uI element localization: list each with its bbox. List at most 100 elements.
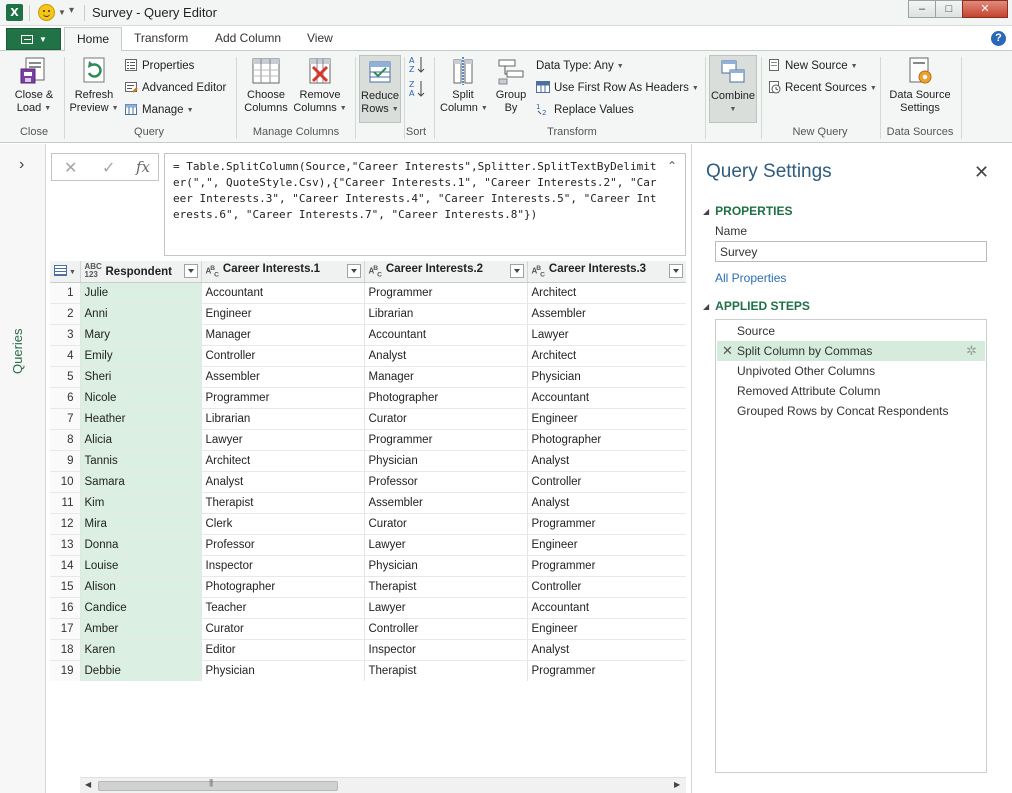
column-header-career-interests-2[interactable]: ABC Career Interests.2 [364, 261, 528, 283]
cell-career-interest-1[interactable]: Therapist [201, 492, 365, 514]
cell-respondent[interactable]: Anni [80, 303, 202, 325]
file-menu-button[interactable]: ▼ [6, 28, 61, 50]
step-settings-gear-icon[interactable]: ✲ [966, 341, 977, 361]
scrollbar-thumb[interactable] [98, 778, 338, 791]
new-source-button[interactable]: New Source ▼ [767, 57, 858, 75]
row-number[interactable]: 5 [50, 366, 81, 388]
query-name-input[interactable] [715, 241, 987, 262]
cell-career-interest-3[interactable]: Physician [527, 366, 686, 388]
cell-career-interest-1[interactable]: Lawyer [201, 429, 365, 451]
formula-input[interactable]: = Table.SplitColumn(Source,"Career Inter… [164, 153, 686, 256]
table-row[interactable]: 15 Alison Photographer Therapist Controller [50, 576, 686, 598]
cell-respondent[interactable]: Sheri [80, 366, 202, 388]
table-row[interactable]: 8 Alicia Lawyer Programmer Photographer [50, 429, 686, 451]
table-row[interactable]: 13 Donna Professor Lawyer Engineer [50, 534, 686, 556]
row-number[interactable]: 16 [50, 597, 81, 619]
cell-respondent[interactable]: Amber [80, 618, 202, 640]
cell-career-interest-2[interactable]: Controller [364, 618, 528, 640]
cell-career-interest-3[interactable]: Engineer [527, 408, 686, 430]
table-row[interactable]: 7 Heather Librarian Curator Engineer [50, 408, 686, 430]
row-number[interactable]: 3 [50, 324, 81, 346]
feedback-smiley-icon[interactable] [38, 4, 55, 21]
cell-career-interest-2[interactable]: Lawyer [364, 597, 528, 619]
cell-respondent[interactable]: Donna [80, 534, 202, 556]
step-split-column-by-commas[interactable]: ✕ Split Column by Commas ✲ [717, 341, 985, 361]
data-type-dropdown[interactable]: Data Type: Any ▼ [536, 57, 624, 75]
column-header-career-interests-1[interactable]: ABC Career Interests.1 [201, 261, 365, 283]
step-removed-attribute-column[interactable]: Removed Attribute Column [717, 381, 985, 401]
confirm-formula-icon[interactable]: ✓ [102, 158, 115, 178]
cell-career-interest-3[interactable]: Controller [527, 576, 686, 598]
cell-career-interest-1[interactable]: Clerk [201, 513, 365, 535]
cell-respondent[interactable]: Mira [80, 513, 202, 535]
cell-career-interest-1[interactable]: Controller [201, 345, 365, 367]
close-and-load-button[interactable]: Close & Load ▼ [10, 55, 58, 115]
cell-career-interest-1[interactable]: Accountant [201, 282, 365, 304]
cell-career-interest-2[interactable]: Photographer [364, 387, 528, 409]
cell-career-interest-3[interactable]: Photographer [527, 429, 686, 451]
cell-career-interest-1[interactable]: Manager [201, 324, 365, 346]
cell-career-interest-2[interactable]: Manager [364, 366, 528, 388]
cell-career-interest-3[interactable]: Programmer [527, 513, 686, 535]
manage-button[interactable]: Manage ▼ [124, 101, 194, 119]
cell-career-interest-2[interactable]: Therapist [364, 576, 528, 598]
row-number[interactable]: 18 [50, 639, 81, 661]
table-row[interactable]: 17 Amber Curator Controller Engineer [50, 618, 686, 640]
cell-career-interest-2[interactable]: Inspector [364, 639, 528, 661]
cell-career-interest-2[interactable]: Therapist [364, 660, 528, 681]
column-filter-dropdown[interactable] [346, 264, 361, 278]
feedback-dropdown-icon[interactable]: ▼ [58, 8, 66, 17]
maximize-button[interactable]: □ [935, 0, 963, 18]
sort-ascending-button[interactable]: AZ [409, 55, 429, 77]
table-row[interactable]: 11 Kim Therapist Assembler Analyst [50, 492, 686, 514]
all-properties-link[interactable]: All Properties [715, 271, 786, 285]
row-number[interactable]: 2 [50, 303, 81, 325]
close-window-button[interactable]: ✕ [962, 0, 1008, 18]
cell-career-interest-3[interactable]: Programmer [527, 555, 686, 577]
table-row[interactable]: 1 Julie Accountant Programmer Architect [50, 282, 686, 304]
table-row[interactable]: 14 Louise Inspector Physician Programmer [50, 555, 686, 577]
table-row[interactable]: 18 Karen Editor Inspector Analyst [50, 639, 686, 661]
cell-career-interest-2[interactable]: Lawyer [364, 534, 528, 556]
excel-logo-icon[interactable]: X [6, 4, 23, 21]
table-row[interactable]: 12 Mira Clerk Curator Programmer [50, 513, 686, 535]
minimize-button[interactable]: – [908, 0, 936, 18]
cell-respondent[interactable]: Alicia [80, 429, 202, 451]
cell-respondent[interactable]: Candice [80, 597, 202, 619]
scroll-right-arrow-icon[interactable]: ▶ [674, 780, 680, 789]
cell-career-interest-1[interactable]: Engineer [201, 303, 365, 325]
row-number[interactable]: 9 [50, 450, 81, 472]
cell-respondent[interactable]: Kim [80, 492, 202, 514]
help-icon[interactable]: ? [991, 31, 1006, 46]
cancel-formula-icon[interactable]: ✕ [64, 158, 77, 178]
cell-respondent[interactable]: Karen [80, 639, 202, 661]
cell-career-interest-1[interactable]: Professor [201, 534, 365, 556]
cell-respondent[interactable]: Samara [80, 471, 202, 493]
cell-career-interest-2[interactable]: Programmer [364, 282, 528, 304]
reduce-rows-button[interactable]: Reduce Rows ▼ [359, 55, 401, 123]
data-source-settings-button[interactable]: Data Source Settings [884, 55, 956, 115]
tab-home[interactable]: Home [64, 27, 123, 52]
choose-columns-button[interactable]: Choose Columns [242, 55, 290, 115]
group-by-button[interactable]: Group By [490, 55, 532, 115]
row-number[interactable]: 1 [50, 282, 81, 304]
cell-career-interest-3[interactable]: Accountant [527, 597, 686, 619]
quick-access-customize-icon[interactable]: ▾ [69, 5, 74, 16]
sort-descending-button[interactable]: ZA [409, 79, 429, 101]
column-filter-dropdown[interactable] [183, 264, 198, 278]
applied-steps-section-header[interactable]: ◢ APPLIED STEPS [703, 299, 810, 313]
cell-career-interest-2[interactable]: Curator [364, 408, 528, 430]
cell-career-interest-1[interactable]: Curator [201, 618, 365, 640]
cell-respondent[interactable]: Mary [80, 324, 202, 346]
horizontal-scrollbar[interactable]: ◀ ▶ [80, 777, 686, 793]
use-first-row-as-headers-button[interactable]: Use First Row As Headers ▼ [536, 79, 699, 97]
cell-career-interest-1[interactable]: Editor [201, 639, 365, 661]
cell-career-interest-3[interactable]: Analyst [527, 450, 686, 472]
column-filter-dropdown[interactable] [509, 264, 524, 278]
cell-career-interest-2[interactable]: Accountant [364, 324, 528, 346]
cell-career-interest-3[interactable]: Analyst [527, 492, 686, 514]
properties-button[interactable]: Properties [124, 57, 194, 75]
recent-sources-button[interactable]: Recent Sources ▼ [767, 79, 877, 97]
table-row[interactable]: 5 Sheri Assembler Manager Physician [50, 366, 686, 388]
cell-career-interest-3[interactable]: Assembler [527, 303, 686, 325]
